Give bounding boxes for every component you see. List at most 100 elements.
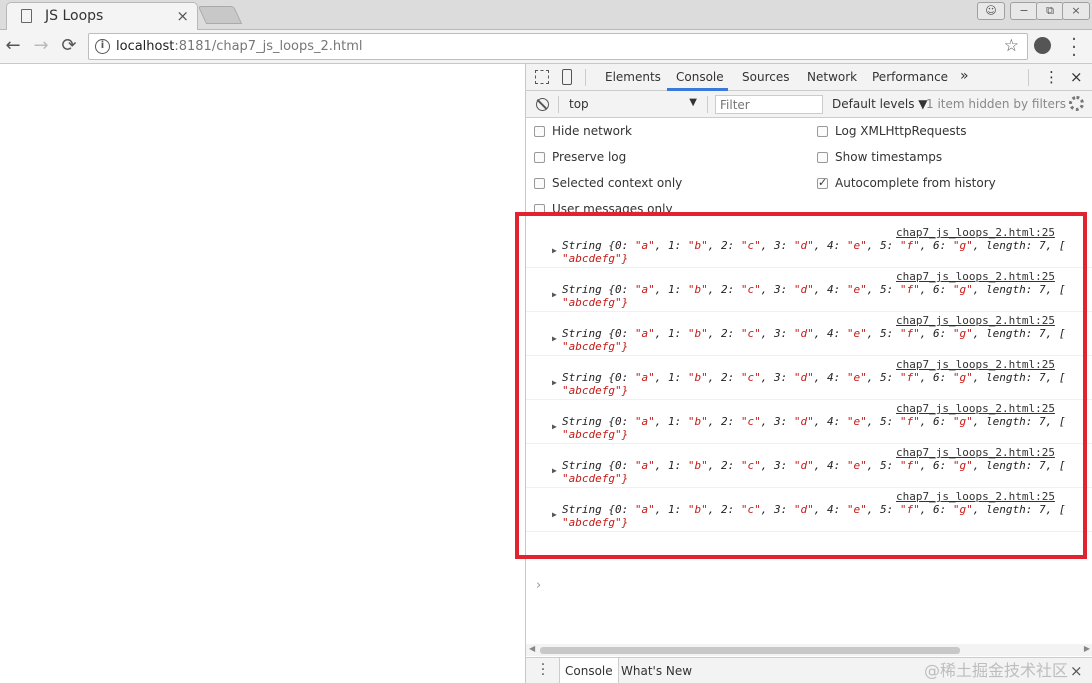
console-prompt[interactable]: › [536, 578, 541, 593]
message-line-2: "abcdefg"} [562, 296, 629, 309]
console-message[interactable]: chap7_js_loops_2.html:25 ▶ String {0: "a",… [526, 224, 1092, 268]
message-source-link[interactable]: chap7_js_loops_2.html:25 [896, 358, 1055, 371]
devtools-menu-icon[interactable]: ⋮ [1044, 68, 1059, 86]
setting-label: Autocomplete from history [835, 176, 996, 190]
scroll-right-icon[interactable]: ▶ [1084, 644, 1090, 653]
checkbox[interactable] [534, 178, 545, 189]
more-tabs-icon[interactable]: » [960, 68, 969, 84]
restore-button[interactable]: ⧉ [1036, 2, 1064, 20]
extension-icon[interactable] [1034, 37, 1051, 54]
setting-label: Hide network [552, 124, 632, 138]
tab-strip: JS Loops × ☺ − ⧉ × [0, 0, 1092, 30]
tab-console[interactable]: Console [676, 70, 724, 84]
console-settings: Hide network Log XMLHttpRequests Preserv… [526, 118, 1092, 218]
forward-button[interactable]: → [30, 35, 52, 56]
message-line-1: String {0: "a", 1: "b", 2: "c", 3: "d", … [562, 283, 1066, 296]
message-line-1: String {0: "a", 1: "b", 2: "c", 3: "d", … [562, 459, 1066, 472]
expand-triangle-icon[interactable]: ▶ [552, 466, 557, 475]
message-line-1: String {0: "a", 1: "b", 2: "c", 3: "d", … [562, 503, 1066, 516]
minimize-button[interactable]: − [1010, 2, 1038, 20]
setting-label: Selected context only [552, 176, 683, 190]
drawer-tab-whats-new[interactable]: What's New [616, 658, 697, 683]
inspect-element-icon[interactable] [535, 70, 549, 84]
console-message[interactable]: chap7_js_loops_2.html:25 ▶ String {0: "a",… [526, 356, 1092, 400]
message-line-1: String {0: "a", 1: "b", 2: "c", 3: "d", … [562, 371, 1066, 384]
message-source-link[interactable]: chap7_js_loops_2.html:25 [896, 446, 1055, 459]
console-message[interactable]: chap7_js_loops_2.html:25 ▶ String {0: "a",… [526, 268, 1092, 312]
filter-input[interactable] [715, 95, 823, 114]
console-message[interactable]: chap7_js_loops_2.html:25 ▶ String {0: "a",… [526, 444, 1092, 488]
expand-triangle-icon[interactable]: ▶ [552, 290, 557, 299]
drawer-close-icon[interactable]: × [1070, 662, 1083, 680]
browser-tab[interactable]: JS Loops × [6, 2, 198, 30]
message-source-link[interactable]: chap7_js_loops_2.html:25 [896, 226, 1055, 239]
message-source-link[interactable]: chap7_js_loops_2.html:25 [896, 490, 1055, 503]
devtools-tab-bar: Elements Console Sources Network Perform… [526, 64, 1092, 91]
tab-network[interactable]: Network [807, 70, 857, 84]
divider [585, 69, 586, 86]
page-icon [21, 9, 32, 23]
info-icon[interactable]: i [95, 39, 110, 54]
console-settings-gear-icon[interactable] [1069, 96, 1084, 111]
horizontal-scrollbar[interactable]: ◀ ▶ [526, 644, 1092, 656]
message-line-2: "abcdefg"} [562, 428, 629, 441]
bookmark-star-icon[interactable]: ☆ [1004, 36, 1019, 56]
console-message[interactable]: chap7_js_loops_2.html:25 ▶ String {0: "a",… [526, 400, 1092, 444]
expand-triangle-icon[interactable]: ▶ [552, 510, 557, 519]
expand-triangle-icon[interactable]: ▶ [552, 246, 557, 255]
drawer-menu-icon[interactable]: · · · [540, 658, 546, 682]
browser-toolbar: ← → ⟳ i localhost:8181/chap7_js_loops_2.… [0, 30, 1092, 65]
message-line-1: String {0: "a", 1: "b", 2: "c", 3: "d", … [562, 327, 1066, 340]
divider [558, 96, 559, 113]
divider [1028, 69, 1029, 86]
setting-label: Preserve log [552, 150, 627, 164]
console-message[interactable]: chap7_js_loops_2.html:25 ▶ String {0: "a",… [526, 312, 1092, 356]
setting-label: User messages only [552, 202, 673, 216]
url-host: localhost [116, 39, 175, 54]
window-close-button[interactable]: × [1062, 2, 1090, 20]
message-line-2: "abcdefg"} [562, 516, 629, 529]
browser-menu-icon[interactable]: · · · [1070, 31, 1078, 65]
context-value: top [569, 97, 589, 111]
context-selector[interactable]: top ▼ [561, 95, 701, 114]
console-filter-bar: top ▼ Default levels ▼ 1 item hidden by … [526, 91, 1092, 118]
checkbox[interactable] [534, 152, 545, 163]
tab-close-icon[interactable]: × [176, 7, 189, 25]
divider [707, 96, 708, 113]
message-source-link[interactable]: chap7_js_loops_2.html:25 [896, 402, 1055, 415]
device-toolbar-icon[interactable] [562, 69, 572, 85]
console-message[interactable]: chap7_js_loops_2.html:25 ▶ String {0: "a",… [526, 488, 1092, 532]
setting-label: Show timestamps [835, 150, 943, 164]
message-line-2: "abcdefg"} [562, 252, 629, 265]
checkbox[interactable] [817, 126, 828, 137]
user-icon[interactable]: ☺ [977, 2, 1005, 20]
new-tab-button[interactable] [197, 6, 243, 24]
expand-triangle-icon[interactable]: ▶ [552, 334, 557, 343]
tab-sources[interactable]: Sources [742, 70, 789, 84]
scroll-left-icon[interactable]: ◀ [529, 644, 535, 653]
log-levels-dropdown[interactable]: Default levels ▼ [832, 97, 928, 111]
checkbox[interactable] [534, 204, 545, 215]
checkbox[interactable] [817, 152, 828, 163]
tab-title: JS Loops [45, 8, 104, 24]
message-source-link[interactable]: chap7_js_loops_2.html:25 [896, 270, 1055, 283]
back-button[interactable]: ← [2, 35, 24, 56]
hidden-items-count: 1 item hidden by filters [926, 97, 1067, 111]
checkbox-checked[interactable] [817, 176, 828, 189]
checkbox[interactable] [534, 126, 545, 137]
reload-button[interactable]: ⟳ [58, 35, 80, 56]
console-output[interactable]: chap7_js_loops_2.html:25 ▶ String {0: "a",… [526, 218, 1092, 648]
tab-performance[interactable]: Performance [872, 70, 948, 84]
address-bar[interactable]: i localhost:8181/chap7_js_loops_2.html ☆ [88, 33, 1028, 60]
devtools-close-icon[interactable]: × [1070, 68, 1083, 86]
clear-console-icon[interactable] [536, 98, 549, 111]
tab-elements[interactable]: Elements [605, 70, 661, 84]
scrollbar-thumb[interactable] [540, 647, 960, 654]
expand-triangle-icon[interactable]: ▶ [552, 378, 557, 387]
expand-triangle-icon[interactable]: ▶ [552, 422, 557, 431]
message-source-link[interactable]: chap7_js_loops_2.html:25 [896, 314, 1055, 327]
drawer-tab-console[interactable]: Console [559, 658, 619, 683]
url-path: :8181/chap7_js_loops_2.html [174, 39, 363, 54]
message-line-1: String {0: "a", 1: "b", 2: "c", 3: "d", … [562, 239, 1066, 252]
devtools-panel: Elements Console Sources Network Perform… [525, 64, 1092, 683]
